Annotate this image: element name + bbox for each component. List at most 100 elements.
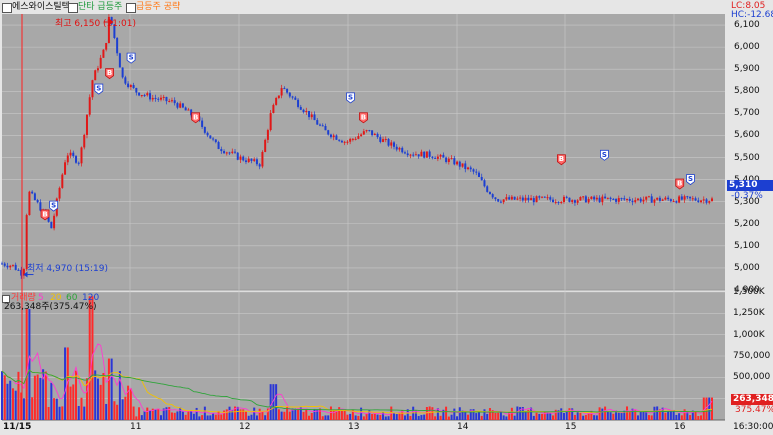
candle-body [217, 142, 220, 150]
volume-bar [497, 412, 500, 420]
candle-body [11, 264, 14, 266]
candle-body [299, 106, 302, 110]
volume-bar [275, 384, 278, 420]
volume-bar [664, 412, 667, 420]
candle-body [308, 110, 311, 118]
candle-body [620, 198, 623, 200]
candle-body [154, 97, 157, 99]
volume-bar [247, 415, 250, 420]
volume-bar [560, 408, 563, 420]
candle-body [127, 83, 130, 88]
candle-body [72, 152, 75, 157]
volume-bar [667, 410, 670, 420]
candle-body [434, 157, 437, 159]
candle-body [335, 135, 338, 140]
volume-bar [412, 406, 415, 420]
stock-chart[interactable]: BSSBSBSBBSBS [0, 0, 773, 435]
candle-body [346, 141, 349, 143]
candle-body [212, 138, 215, 140]
candle-body [288, 92, 291, 97]
volume-bar [409, 415, 412, 420]
candle-body [283, 88, 286, 90]
candle-body [360, 134, 363, 137]
candle-body [414, 154, 417, 156]
candle-body [31, 191, 34, 194]
candle-body [338, 139, 341, 141]
candle-body [502, 199, 505, 203]
volume-bar [636, 415, 639, 420]
candle-body [661, 199, 664, 201]
volume-bar [423, 414, 426, 420]
candle-body [420, 151, 423, 157]
volume-bar [146, 407, 149, 420]
volume-bar [582, 415, 585, 420]
volume-bar [538, 413, 541, 420]
candle-body [428, 151, 431, 157]
candle-body [310, 114, 313, 118]
candle-body [700, 200, 703, 203]
candle-body [626, 199, 629, 201]
signal-text: S [688, 175, 693, 183]
volume-bar [179, 407, 182, 420]
volume-bar [562, 413, 565, 420]
candle-body [343, 141, 346, 143]
volume-bar [102, 373, 105, 420]
volume-bar [689, 415, 692, 420]
volume-bar [302, 411, 305, 420]
candle-body [708, 201, 711, 203]
candle-body [398, 147, 401, 150]
candle-body [28, 191, 31, 216]
candle-body [228, 152, 231, 154]
volume-bar [6, 383, 9, 420]
candle-body [519, 197, 522, 199]
candle-body [456, 161, 459, 165]
candle-body [560, 201, 563, 203]
volume-bar [669, 410, 672, 420]
candle-body [181, 103, 184, 108]
volume-bar [321, 416, 324, 420]
candle-body [691, 198, 694, 200]
candle-body [494, 197, 497, 200]
candle-body [524, 197, 527, 201]
candle-body [318, 124, 321, 126]
candle-body [297, 99, 300, 107]
volume-bar [244, 411, 247, 420]
signal-text: S [602, 151, 607, 159]
volume-bar [656, 406, 659, 420]
volume-bar [420, 415, 423, 420]
candle-body [595, 197, 598, 200]
volume-bar [277, 409, 280, 420]
volume-bar [702, 397, 705, 420]
candle-body [340, 140, 343, 143]
candle-body [395, 146, 398, 150]
volume-bar [541, 413, 544, 420]
candle-body [9, 265, 12, 268]
candle-body [680, 196, 683, 200]
volume-bar [69, 386, 72, 420]
price-plot-area[interactable] [2, 14, 725, 290]
candle-body [568, 197, 571, 202]
volume-bar [36, 374, 39, 420]
volume-bar [612, 413, 615, 420]
candle-body [371, 130, 374, 136]
volume-bar [105, 403, 108, 420]
volume-bar [628, 411, 631, 420]
volume-bar [708, 397, 711, 420]
volume-bar [617, 412, 620, 420]
candle-body [373, 133, 376, 136]
volume-bar [192, 413, 195, 420]
volume-bar [170, 412, 173, 420]
candle-body [647, 196, 650, 198]
candle-body [636, 198, 639, 201]
candle-body [146, 93, 149, 96]
volume-bar [445, 406, 448, 420]
candle-body [305, 110, 308, 113]
volume-bar [212, 413, 215, 420]
candle-body [483, 180, 486, 187]
candle-body [406, 153, 409, 156]
candle-body [571, 200, 574, 202]
candle-body [491, 194, 494, 198]
candle-body [604, 196, 607, 199]
volume-bar [639, 411, 642, 420]
candle-body [264, 139, 267, 152]
